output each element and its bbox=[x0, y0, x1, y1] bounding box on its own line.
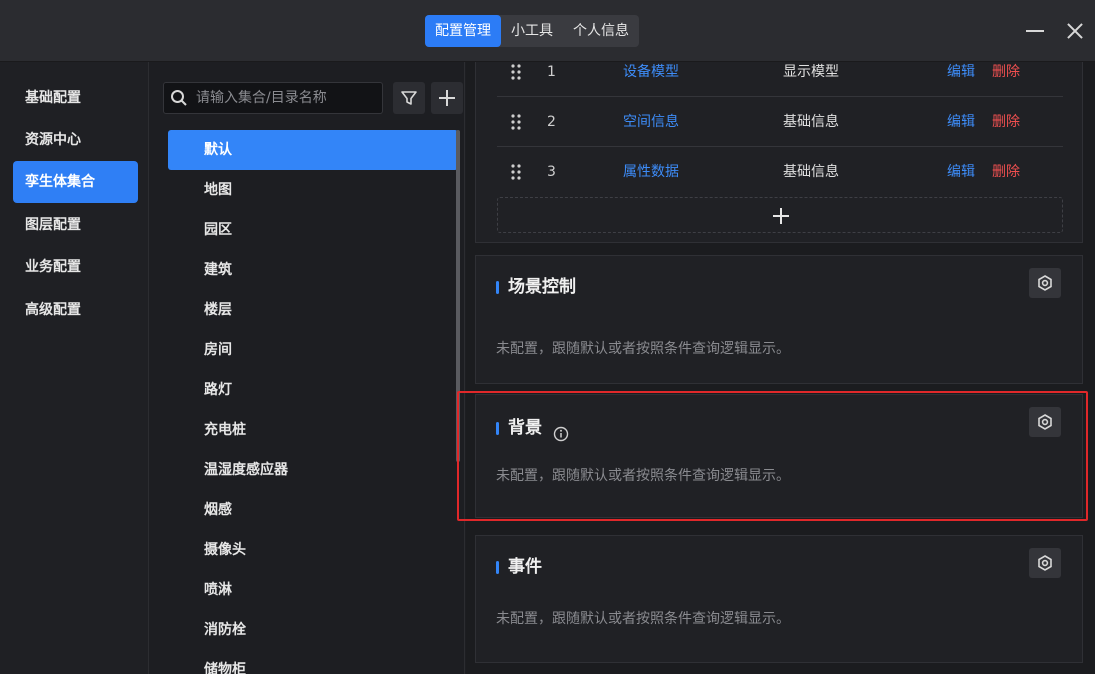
title-accent-bar bbox=[496, 281, 499, 294]
list-item[interactable]: 充电桩 bbox=[168, 410, 458, 450]
section-title-text: 场景控制 bbox=[508, 277, 576, 297]
title-accent-bar bbox=[496, 422, 499, 435]
list-item[interactable]: 喷淋 bbox=[168, 570, 458, 610]
nav-item-resource-center[interactable]: 资源中心 bbox=[13, 119, 138, 161]
add-collection-button[interactable] bbox=[431, 82, 463, 114]
tab-config-management[interactable]: 配置管理 bbox=[425, 15, 501, 47]
tab-personal-info[interactable]: 个人信息 bbox=[563, 15, 639, 47]
tab-tools[interactable]: 小工具 bbox=[501, 15, 563, 47]
drag-handle-icon[interactable] bbox=[511, 64, 521, 80]
delete-link[interactable]: 删除 bbox=[992, 62, 1020, 97]
list-item[interactable]: 房间 bbox=[168, 330, 458, 370]
scene-control-section: 场景控制 未配置，跟随默认或者按照条件查询逻辑显示。 bbox=[475, 255, 1083, 384]
gear-icon bbox=[1038, 275, 1052, 291]
section-desc: 未配置，跟随默认或者按照条件查询逻辑显示。 bbox=[496, 468, 790, 484]
table-row: 3 属性数据 基础信息 编辑 删除 bbox=[497, 147, 1063, 197]
row-name-link[interactable]: 属性数据 bbox=[623, 147, 679, 197]
list-item[interactable]: 默认 bbox=[168, 130, 458, 170]
list-item[interactable]: 温湿度感应器 bbox=[168, 450, 458, 490]
filter-button[interactable] bbox=[393, 82, 425, 114]
section-title: 背景 bbox=[496, 417, 542, 439]
section-desc: 未配置，跟随默认或者按照条件查询逻辑显示。 bbox=[496, 341, 790, 357]
attribute-table: 1 设备模型 显示模型 编辑 删除 2 空间信息 基础信息 编辑 删除 3 属性… bbox=[475, 62, 1083, 243]
list-item[interactable]: 园区 bbox=[168, 210, 458, 250]
add-row-button[interactable] bbox=[497, 197, 1063, 233]
row-index: 2 bbox=[547, 114, 556, 130]
title-bar: 配置管理 小工具 个人信息 bbox=[0, 0, 1095, 62]
search-input[interactable] bbox=[196, 83, 378, 113]
row-type: 基础信息 bbox=[783, 164, 839, 180]
row-name-link[interactable]: 设备模型 bbox=[623, 62, 679, 97]
list-item[interactable]: 储物柜 bbox=[168, 650, 458, 674]
nav-item-twin-collection[interactable]: 孪生体集合 bbox=[13, 161, 138, 203]
top-tabs: 配置管理 小工具 个人信息 bbox=[425, 15, 639, 47]
event-section: 事件 未配置，跟随默认或者按照条件查询逻辑显示。 bbox=[475, 535, 1083, 663]
list-item[interactable]: 地图 bbox=[168, 170, 458, 210]
drag-handle-icon[interactable] bbox=[511, 114, 521, 130]
list-item[interactable]: 建筑 bbox=[168, 250, 458, 290]
list-item[interactable]: 消防栓 bbox=[168, 610, 458, 650]
gear-icon bbox=[1038, 414, 1052, 430]
minimize-icon[interactable] bbox=[1024, 20, 1046, 42]
collection-panel: 默认 地图 园区 建筑 楼层 房间 路灯 充电桩 温湿度感应器 烟感 摄像头 喷… bbox=[150, 62, 465, 674]
nav-item-business-config[interactable]: 业务配置 bbox=[13, 246, 138, 288]
list-item[interactable]: 摄像头 bbox=[168, 530, 458, 570]
delete-link[interactable]: 删除 bbox=[992, 97, 1020, 147]
row-name-link[interactable]: 空间信息 bbox=[623, 97, 679, 147]
left-nav: 基础配置 资源中心 孪生体集合 图层配置 业务配置 高级配置 bbox=[0, 62, 149, 674]
app-window: 配置管理 小工具 个人信息 基础配置 资源中心 孪生体集合 图层配置 业务配置 … bbox=[0, 0, 1095, 674]
search-box bbox=[163, 82, 383, 114]
nav-item-layer-config[interactable]: 图层配置 bbox=[13, 204, 138, 246]
close-icon[interactable] bbox=[1064, 20, 1086, 42]
gear-icon bbox=[1038, 555, 1052, 571]
nav-item-basic-config[interactable]: 基础配置 bbox=[13, 77, 138, 119]
settings-button[interactable] bbox=[1029, 548, 1061, 578]
row-index: 1 bbox=[547, 64, 556, 80]
row-type: 基础信息 bbox=[783, 114, 839, 130]
detail-panel: 1 设备模型 显示模型 编辑 删除 2 空间信息 基础信息 编辑 删除 3 属性… bbox=[466, 62, 1095, 674]
list-item[interactable]: 烟感 bbox=[168, 490, 458, 530]
section-title: 事件 bbox=[496, 556, 542, 578]
settings-button[interactable] bbox=[1029, 268, 1061, 298]
row-type: 显示模型 bbox=[783, 64, 839, 80]
table-row: 1 设备模型 显示模型 编辑 删除 bbox=[497, 62, 1063, 97]
section-title-text: 事件 bbox=[508, 557, 542, 577]
edit-link[interactable]: 编辑 bbox=[947, 62, 975, 97]
nav-item-advanced-config[interactable]: 高级配置 bbox=[13, 289, 138, 331]
filter-icon bbox=[401, 91, 417, 105]
list-item[interactable]: 楼层 bbox=[168, 290, 458, 330]
section-title: 场景控制 bbox=[496, 276, 576, 298]
list-item[interactable]: 路灯 bbox=[168, 370, 458, 410]
search-icon bbox=[171, 90, 187, 106]
settings-button[interactable] bbox=[1029, 407, 1061, 437]
background-section: 背景 未配置，跟随默认或者按照条件查询逻辑显示。 bbox=[475, 394, 1083, 518]
edit-link[interactable]: 编辑 bbox=[947, 147, 975, 197]
section-desc: 未配置，跟随默认或者按照条件查询逻辑显示。 bbox=[496, 611, 790, 627]
row-index: 3 bbox=[547, 164, 556, 180]
delete-link[interactable]: 删除 bbox=[992, 147, 1020, 197]
edit-link[interactable]: 编辑 bbox=[947, 97, 975, 147]
table-row: 2 空间信息 基础信息 编辑 删除 bbox=[497, 97, 1063, 147]
list-scrollbar[interactable] bbox=[456, 130, 460, 462]
drag-handle-icon[interactable] bbox=[511, 164, 521, 180]
info-icon[interactable] bbox=[553, 426, 569, 442]
section-title-text: 背景 bbox=[508, 418, 542, 438]
title-accent-bar bbox=[496, 561, 499, 574]
